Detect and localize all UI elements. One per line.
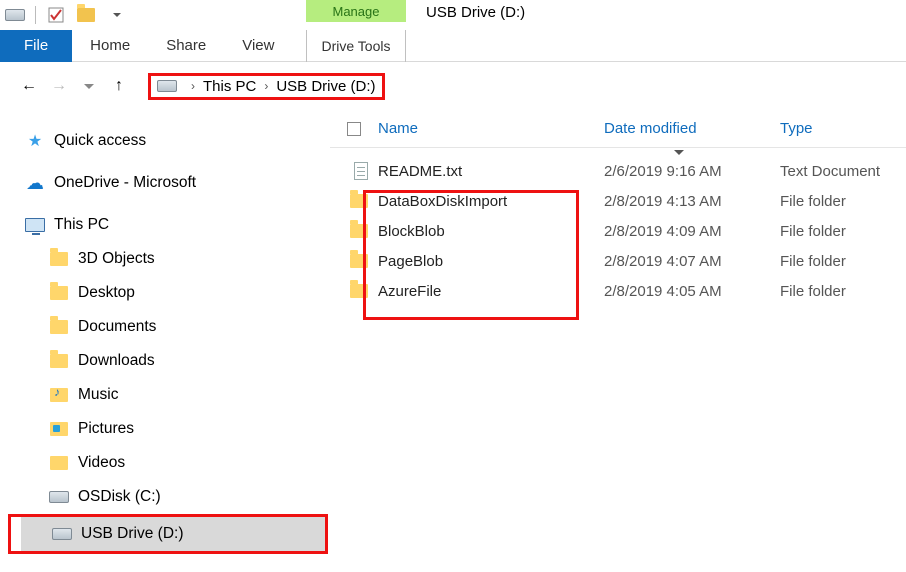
- item-date: 2/8/2019 4:05 AM: [604, 283, 780, 300]
- sidebar-item-pictures[interactable]: Pictures: [18, 412, 326, 446]
- sidebar-item-label: 3D Objects: [78, 250, 155, 268]
- list-item[interactable]: BlockBlob 2/8/2019 4:09 AM File folder: [330, 216, 906, 246]
- item-type: File folder: [780, 223, 906, 240]
- folder-icon: [48, 316, 70, 338]
- qat-customize-button[interactable]: [104, 3, 128, 27]
- ribbon: File Home Share View Drive Tools: [0, 30, 906, 62]
- column-type[interactable]: Type: [780, 120, 906, 137]
- file-list: README.txt 2/6/2019 9:16 AM Text Documen…: [330, 148, 906, 306]
- item-name: PageBlob: [378, 253, 604, 270]
- breadcrumb-this-pc[interactable]: This PC: [203, 78, 256, 95]
- sidebar-item-3d-objects[interactable]: 3D Objects: [18, 242, 326, 276]
- window-title: USB Drive (D:): [426, 4, 525, 21]
- sidebar-item-music[interactable]: Music: [18, 378, 326, 412]
- nav-forward-button[interactable]: →: [44, 71, 74, 101]
- qat-newfolder-button[interactable]: [74, 3, 98, 27]
- column-date-label: Date modified: [604, 120, 697, 137]
- folder-icon: [48, 248, 70, 270]
- item-name: BlockBlob: [378, 223, 604, 240]
- sidebar-item-label: Documents: [78, 318, 156, 336]
- tab-home[interactable]: Home: [72, 30, 148, 62]
- sidebar-quick-access[interactable]: ★ Quick access: [18, 124, 326, 158]
- tab-view[interactable]: View: [224, 30, 292, 62]
- sidebar-item-label: Desktop: [78, 284, 135, 302]
- pictures-icon: [48, 418, 70, 440]
- list-item[interactable]: PageBlob 2/8/2019 4:07 AM File folder: [330, 246, 906, 276]
- list-item[interactable]: AzureFile 2/8/2019 4:05 AM File folder: [330, 276, 906, 306]
- drive-icon: [48, 486, 70, 508]
- sidebar-item-label: Pictures: [78, 420, 134, 438]
- sidebar-item-label: OSDisk (C:): [78, 488, 161, 506]
- item-type: File folder: [780, 193, 906, 210]
- folder-icon: [48, 350, 70, 372]
- item-type: File folder: [780, 253, 906, 270]
- folder-icon: [350, 194, 368, 208]
- nav-pane: ★ Quick access ☁ OneDrive - Microsoft Th…: [0, 110, 330, 572]
- file-icon: [354, 162, 368, 180]
- drive-icon: [51, 523, 73, 545]
- select-all-checkbox[interactable]: [347, 122, 361, 136]
- sidebar-item-downloads[interactable]: Downloads: [18, 344, 326, 378]
- chevron-right-icon: ›: [264, 79, 268, 93]
- sidebar-item-label: USB Drive (D:): [81, 525, 183, 543]
- chevron-right-icon: ›: [191, 79, 195, 93]
- column-date[interactable]: Date modified: [604, 120, 780, 137]
- item-type: Text Document: [780, 163, 906, 180]
- nav-up-button[interactable]: ↑: [104, 71, 134, 101]
- context-tab-group[interactable]: Drive Tools: [306, 30, 406, 62]
- tab-file[interactable]: File: [0, 30, 72, 62]
- star-icon: ★: [24, 130, 46, 152]
- sidebar-item-documents[interactable]: Documents: [18, 310, 326, 344]
- title-bar: Manage USB Drive (D:): [0, 0, 906, 30]
- context-tab-label[interactable]: Manage: [306, 0, 406, 22]
- folder-icon: [350, 284, 368, 298]
- column-name[interactable]: Name: [378, 120, 604, 137]
- music-icon: [48, 384, 70, 406]
- column-headers: Name Date modified Type: [330, 110, 906, 148]
- item-name: README.txt: [378, 163, 604, 180]
- sidebar-item-desktop[interactable]: Desktop: [18, 276, 326, 310]
- nav-row: ← → ↑ › This PC › USB Drive (D:): [0, 62, 906, 110]
- drive-icon: [157, 80, 177, 92]
- sidebar-onedrive[interactable]: ☁ OneDrive - Microsoft: [18, 166, 326, 200]
- qat-properties-button[interactable]: [44, 3, 68, 27]
- sidebar-item-osdisk[interactable]: OSDisk (C:): [18, 480, 326, 514]
- sidebar-item-label: Quick access: [54, 132, 146, 150]
- chevron-down-icon: [674, 150, 684, 155]
- folder-icon: [350, 224, 368, 238]
- content-pane: Name Date modified Type README.txt 2/6/2…: [330, 110, 906, 572]
- item-date: 2/8/2019 4:09 AM: [604, 223, 780, 240]
- pc-icon: [24, 214, 46, 236]
- sidebar-item-label: OneDrive - Microsoft: [54, 174, 196, 192]
- item-type: File folder: [780, 283, 906, 300]
- item-date: 2/6/2019 9:16 AM: [604, 163, 780, 180]
- videos-icon: [48, 452, 70, 474]
- sidebar-item-label: Music: [78, 386, 118, 404]
- item-name: AzureFile: [378, 283, 604, 300]
- app-icon: [3, 3, 27, 27]
- list-item[interactable]: README.txt 2/6/2019 9:16 AM Text Documen…: [330, 156, 906, 186]
- item-date: 2/8/2019 4:13 AM: [604, 193, 780, 210]
- folder-icon: [48, 282, 70, 304]
- nav-back-button[interactable]: ←: [14, 71, 44, 101]
- breadcrumb[interactable]: › This PC › USB Drive (D:): [148, 73, 385, 100]
- nav-recent-button[interactable]: [74, 71, 104, 101]
- sidebar-item-usb-drive[interactable]: USB Drive (D:): [21, 517, 325, 551]
- sidebar-item-label: Videos: [78, 454, 125, 472]
- tab-share[interactable]: Share: [148, 30, 224, 62]
- item-date: 2/8/2019 4:07 AM: [604, 253, 780, 270]
- breadcrumb-usb-drive[interactable]: USB Drive (D:): [276, 78, 375, 95]
- annotation-highlight: USB Drive (D:): [8, 514, 328, 554]
- qat-separator: [35, 6, 36, 24]
- folder-icon: [350, 254, 368, 268]
- sidebar-item-videos[interactable]: Videos: [18, 446, 326, 480]
- sidebar-item-label: This PC: [54, 216, 109, 234]
- cloud-icon: ☁: [24, 172, 46, 194]
- sidebar-item-label: Downloads: [78, 352, 155, 370]
- sidebar-this-pc[interactable]: This PC: [18, 208, 326, 242]
- item-name: DataBoxDiskImport: [378, 193, 604, 210]
- list-item[interactable]: DataBoxDiskImport 2/8/2019 4:13 AM File …: [330, 186, 906, 216]
